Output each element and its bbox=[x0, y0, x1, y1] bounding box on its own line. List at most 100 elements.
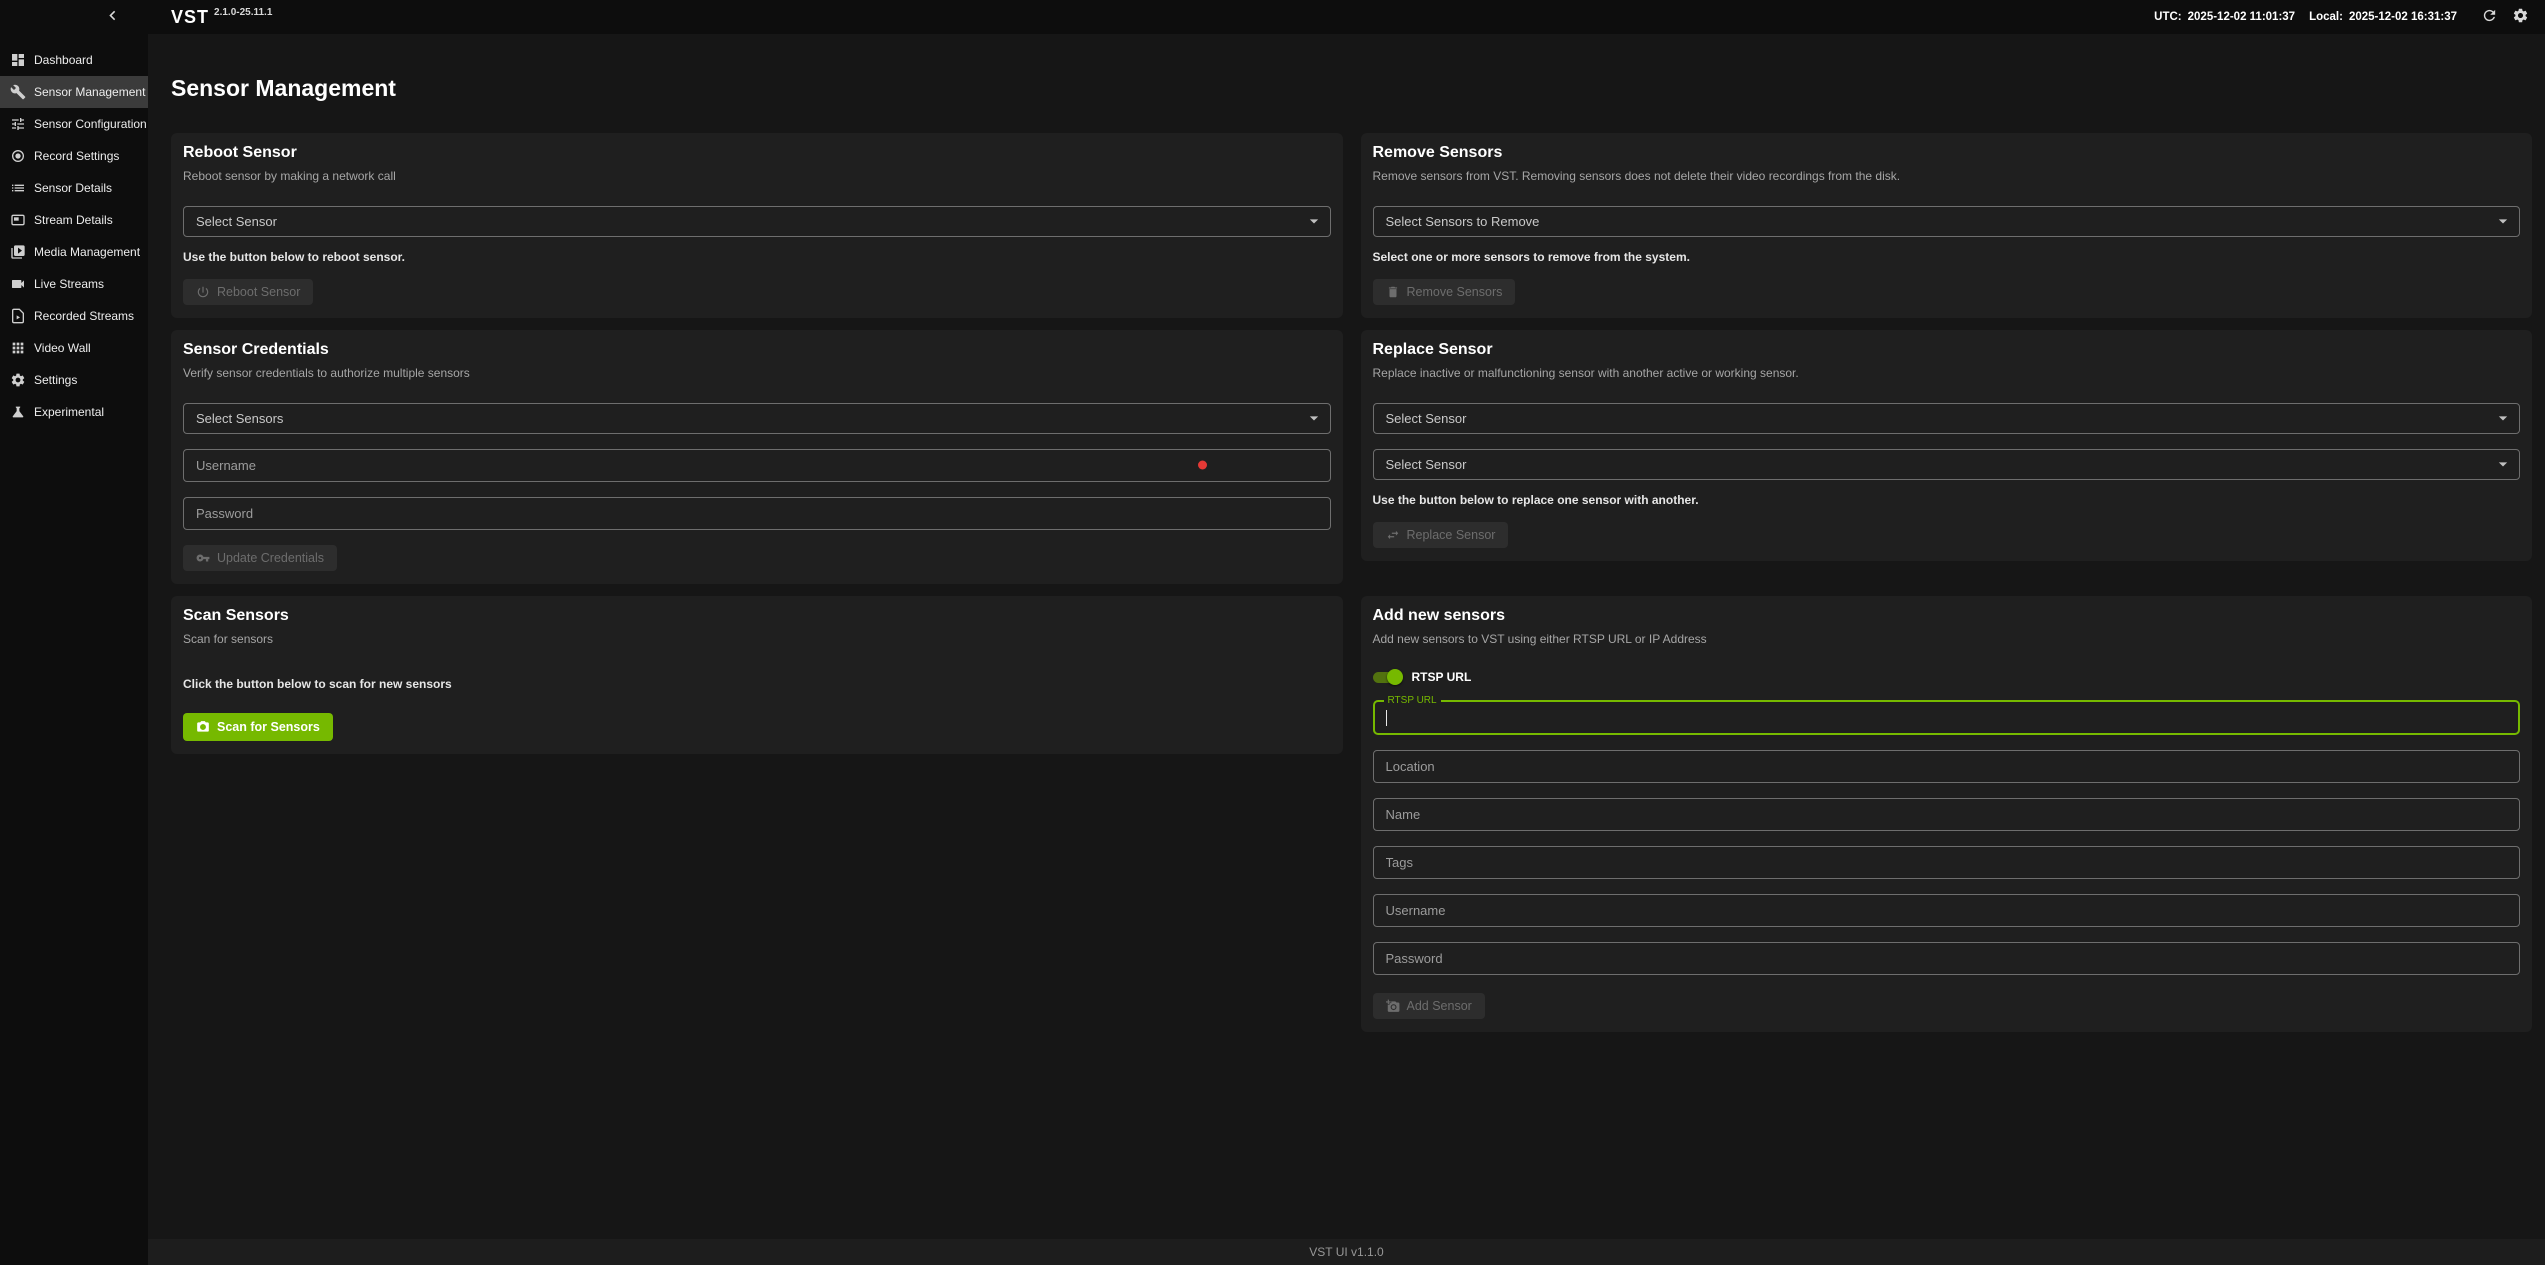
remove-sensors-button[interactable]: Remove Sensors bbox=[1373, 279, 1516, 305]
location-input[interactable] bbox=[1373, 750, 2521, 783]
stream-icon bbox=[10, 212, 26, 228]
grid-icon bbox=[10, 340, 26, 356]
card-title: Replace Sensor bbox=[1373, 340, 2521, 361]
card-subtitle: Scan for sensors bbox=[183, 631, 1331, 647]
sidebar-item-label: Recorded Streams bbox=[34, 309, 134, 323]
scan-for-sensors-button[interactable]: Scan for Sensors bbox=[183, 713, 333, 741]
sidebar-collapse-area bbox=[0, 4, 148, 30]
replace-sensor-card: Replace Sensor Replace inactive or malfu… bbox=[1361, 330, 2533, 561]
instruction-text: Click the button below to scan for new s… bbox=[183, 677, 1331, 691]
media-library-icon bbox=[10, 244, 26, 260]
sidebar-item-label: Sensor Management bbox=[34, 85, 145, 99]
add-sensor-button[interactable]: Add Sensor bbox=[1373, 993, 1485, 1019]
chevron-down-icon bbox=[2493, 211, 2513, 231]
sidebar-item-settings[interactable]: Settings bbox=[0, 364, 148, 396]
rtsp-url-input[interactable]: RTSP URL bbox=[1373, 700, 2521, 735]
replace-target-sensor-select[interactable]: Select Sensor bbox=[1373, 449, 2521, 480]
card-subtitle: Replace inactive or malfunctioning senso… bbox=[1373, 365, 2521, 381]
reboot-sensor-card: Reboot Sensor Reboot sensor by making a … bbox=[171, 133, 1343, 318]
local-label: Local: bbox=[2309, 11, 2343, 23]
sidebar-item-sensor-management[interactable]: Sensor Management bbox=[0, 76, 148, 108]
utc-label: UTC: bbox=[2154, 11, 2181, 23]
gear-icon bbox=[2512, 7, 2529, 27]
tune-icon bbox=[10, 116, 26, 132]
sidebar-item-live-streams[interactable]: Live Streams bbox=[0, 268, 148, 300]
credentials-password-input[interactable] bbox=[183, 497, 1331, 530]
add-username-input[interactable] bbox=[1373, 894, 2521, 927]
card-subtitle: Reboot sensor by making a network call bbox=[183, 168, 1331, 184]
card-title: Add new sensors bbox=[1373, 606, 2521, 627]
location-field-wrap bbox=[1373, 750, 2521, 783]
video-file-icon bbox=[10, 308, 26, 324]
key-icon bbox=[196, 551, 210, 565]
sensor-credentials-card: Sensor Credentials Verify sensor credent… bbox=[171, 330, 1343, 584]
reboot-sensor-button[interactable]: Reboot Sensor bbox=[183, 279, 313, 305]
button-label: Remove Sensors bbox=[1407, 285, 1503, 299]
rtsp-float-label: RTSP URL bbox=[1384, 695, 1441, 707]
sidebar-item-label: Stream Details bbox=[34, 213, 113, 227]
card-title: Scan Sensors bbox=[183, 606, 1331, 627]
sidebar-item-label: Experimental bbox=[34, 405, 104, 419]
select-placeholder: Select Sensor bbox=[196, 214, 277, 229]
clock: UTC: 2025-12-02 11:01:37 Local: 2025-12-… bbox=[2154, 11, 2465, 23]
sidebar-item-sensor-details[interactable]: Sensor Details bbox=[0, 172, 148, 204]
sidebar-collapse-button[interactable] bbox=[101, 4, 124, 30]
sidebar-item-label: Record Settings bbox=[34, 149, 119, 163]
instruction-text: Use the button below to reboot sensor. bbox=[183, 250, 1331, 264]
dashboard-icon bbox=[10, 52, 26, 68]
button-label: Scan for Sensors bbox=[217, 720, 320, 734]
update-credentials-button[interactable]: Update Credentials bbox=[183, 545, 337, 571]
card-subtitle: Verify sensor credentials to authorize m… bbox=[183, 365, 1331, 381]
add-camera-icon bbox=[1386, 999, 1400, 1013]
button-label: Replace Sensor bbox=[1407, 528, 1496, 542]
password-field-wrap bbox=[183, 497, 1331, 530]
name-input[interactable] bbox=[1373, 798, 2521, 831]
brand-version: 2.1.0-25.11.1 bbox=[214, 7, 272, 18]
sidebar-item-media-management[interactable]: Media Management bbox=[0, 236, 148, 268]
name-field-wrap bbox=[1373, 798, 2521, 831]
sidebar-item-record-settings[interactable]: Record Settings bbox=[0, 140, 148, 172]
swap-icon bbox=[1386, 528, 1400, 542]
chevron-down-icon bbox=[1304, 211, 1324, 231]
credentials-username-input[interactable] bbox=[183, 449, 1331, 482]
remove-sensors-select[interactable]: Select Sensors to Remove bbox=[1373, 206, 2521, 237]
chevron-left-icon bbox=[103, 6, 122, 28]
select-placeholder: Select Sensor bbox=[1386, 457, 1467, 472]
trash-icon bbox=[1386, 285, 1400, 299]
settings-gear-button[interactable] bbox=[2510, 5, 2531, 29]
local-value: 2025-12-02 16:31:37 bbox=[2349, 11, 2457, 23]
button-label: Update Credentials bbox=[217, 551, 324, 565]
reboot-sensor-select[interactable]: Select Sensor bbox=[183, 206, 1331, 237]
replace-source-sensor-select[interactable]: Select Sensor bbox=[1373, 403, 2521, 434]
select-placeholder: Select Sensors bbox=[196, 411, 283, 426]
videocam-icon bbox=[10, 276, 26, 292]
sidebar-item-dashboard[interactable]: Dashboard bbox=[0, 44, 148, 76]
flask-icon bbox=[10, 404, 26, 420]
sidebar-item-sensor-configuration[interactable]: Sensor Configuration bbox=[0, 108, 148, 140]
sidebar-item-experimental[interactable]: Experimental bbox=[0, 396, 148, 428]
sidebar-item-video-wall[interactable]: Video Wall bbox=[0, 332, 148, 364]
chevron-down-icon bbox=[2493, 454, 2513, 474]
password-manager-dot-icon bbox=[1198, 461, 1207, 470]
credentials-sensors-select[interactable]: Select Sensors bbox=[183, 403, 1331, 434]
scan-sensors-card: Scan Sensors Scan for sensors Click the … bbox=[171, 596, 1343, 754]
tags-field-wrap bbox=[1373, 846, 2521, 879]
cards-grid: Reboot Sensor Reboot sensor by making a … bbox=[171, 133, 2532, 1032]
sidebar-item-recorded-streams[interactable]: Recorded Streams bbox=[0, 300, 148, 332]
card-subtitle: Remove sensors from VST. Removing sensor… bbox=[1373, 168, 2521, 184]
toggle-label: RTSP URL bbox=[1412, 670, 1472, 684]
refresh-button[interactable] bbox=[2479, 5, 2500, 29]
card-title: Sensor Credentials bbox=[183, 340, 1331, 361]
sidebar-item-label: Video Wall bbox=[34, 341, 91, 355]
instruction-text: Select one or more sensors to remove fro… bbox=[1373, 250, 2521, 264]
replace-sensor-button[interactable]: Replace Sensor bbox=[1373, 522, 1509, 548]
select-placeholder: Select Sensors to Remove bbox=[1386, 214, 1540, 229]
add-password-input[interactable] bbox=[1373, 942, 2521, 975]
brand: VST 2.1.0-25.11.1 bbox=[171, 8, 272, 26]
sidebar-item-stream-details[interactable]: Stream Details bbox=[0, 204, 148, 236]
rtsp-url-toggle[interactable] bbox=[1373, 669, 1403, 685]
tags-input[interactable] bbox=[1373, 846, 2521, 879]
camera-icon bbox=[196, 720, 210, 734]
wrench-icon bbox=[10, 84, 26, 100]
sidebar-item-label: Sensor Details bbox=[34, 181, 112, 195]
